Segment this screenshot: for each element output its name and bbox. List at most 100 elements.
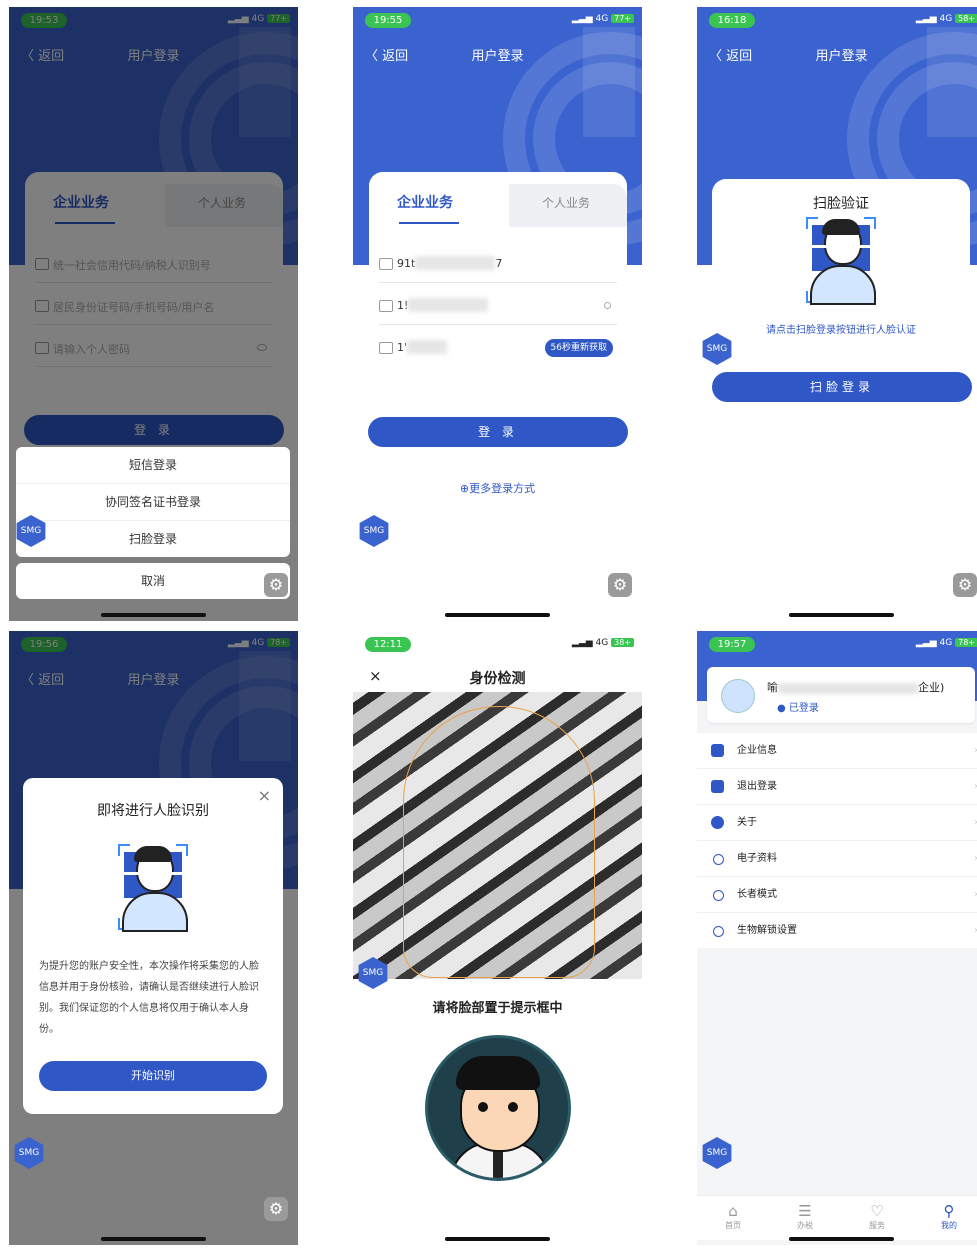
face-outline-guide [403,706,595,978]
tab-home[interactable]: ⌂ 首页 [703,1202,763,1231]
face-avatar-icon [806,217,876,305]
camera-preview [353,692,642,979]
face-position-prompt: 请将脸部置于提示框中 [432,1001,563,1016]
menu-item-e-documents[interactable]: 电子资料› [697,841,977,877]
sms-login-option[interactable]: 短信登录 [16,447,290,484]
menu-item-biometric-unlock[interactable]: 生物解锁设置› [697,913,977,948]
battery-icon: 38+ [611,638,634,647]
resend-sms-button[interactable]: 56秒重新获取 [544,339,613,357]
company-name-suffix: 企业) [918,681,945,694]
username-input[interactable]: 1! [379,284,617,325]
tab-tax[interactable]: ☰ 办税 [775,1202,835,1231]
cancel-button[interactable]: 取消 [16,563,290,599]
clear-icon[interactable] [604,302,611,309]
page-title: 用户登录 [471,49,524,64]
tab-personal-label: 个人业务 [542,196,591,210]
screen-login-sheet: 19:53 ▂▃▅ 4G 77+ 〈 返回 用户登录 个人业务 企业业务 统一社… [9,7,298,621]
profile-menu: 企业信息› 退出登录› 关于› 电子资料› 长者模式› 生物解锁设置› [697,733,977,948]
battery-icon: 78+ [955,638,977,647]
accessibility-gear-icon[interactable]: ⚙ [608,573,632,597]
tab-personal[interactable]: 个人业务 [509,184,627,227]
business-tabs: 个人业务 企业业务 [369,172,627,227]
screen-face-scan: 16:18 ▂▃▅ 4G 58+ 〈 返回 用户登录 扫脸验证 请点击扫脸登录按… [697,7,977,621]
building-icon [711,744,724,757]
screen-face-consent: 19:56 ▂▃▅ 4G 78+ 〈 返回 用户登录 × 即将进行人脸识别 为提… [9,631,298,1245]
menu-label: 关于 [737,817,757,828]
circle-icon [713,890,724,901]
bottom-tab-bar: ⌂ 首页 ☰ 办税 ♡ 服务 ⚲ 我的 [697,1195,977,1240]
login-card: 个人业务 企业业务 91t 7 1! 1' 56秒重新获取 [369,172,627,398]
menu-item-about[interactable]: 关于› [697,805,977,841]
start-recognition-button[interactable]: 开始识别 [39,1061,267,1091]
tab-enterprise-label: 企业业务 [397,195,453,211]
login-method-sheet: 短信登录 协同签名证书登录 扫脸登录 [16,447,290,557]
avatar-hair [134,846,172,862]
network-label: 4G [939,638,953,648]
signal-icon: ▂▃▅ [915,638,940,648]
scan-corner [864,217,876,229]
shield-icon [379,342,393,354]
more-login-methods-link[interactable]: ⊕更多登录方式 [353,480,642,496]
face-avatar-icon [118,844,188,932]
smg-logo-icon[interactable]: SMG [359,515,389,547]
tab-mine[interactable]: ⚲ 我的 [919,1202,977,1231]
home-indicator [101,613,206,617]
face-eye [478,1102,488,1112]
cancel-sheet: 取消 [16,563,290,599]
face-login-button[interactable]: 扫脸登录 [712,372,972,402]
credit-code-tail: 7 [495,257,503,270]
exit-icon [711,780,724,793]
menu-item-enterprise-info[interactable]: 企业信息› [697,733,977,769]
face-consent-dialog: × 即将进行人脸识别 为提升您的账户安全性，本次操作将采集您的人脸信息并用于身份… [23,778,283,1114]
login-button[interactable]: 登 录 [368,417,628,447]
page-title: 用户登录 [815,49,868,64]
accessibility-gear-icon[interactable]: ⚙ [953,573,977,597]
login-status-badge: ● 已登录 [777,699,819,714]
accessibility-gear-icon[interactable]: ⚙ [264,1197,288,1221]
status-time: 12:11 [365,637,411,652]
battery-icon: 58+ [955,14,977,23]
signal-icon: ▂▃▅ [571,638,596,648]
battery-icon: 77+ [611,14,634,23]
status-signal: ▂▃▅ 4G 77+ [572,14,634,24]
menu-label: 企业信息 [737,745,777,756]
status-signal: ▂▃▅ 4G 38+ [572,638,634,648]
cartoon-face-icon [425,1035,571,1181]
credit-code-input[interactable]: 91t 7 [379,242,617,283]
page-title: 身份检测 [469,671,526,687]
user-info-card[interactable]: 喻 企业) ● 已登录 [707,667,975,723]
accessibility-gear-icon[interactable]: ⚙ [264,573,288,597]
cosign-cert-login-option[interactable]: 协同签名证书登录 [16,484,290,521]
home-icon: ⌂ [728,1202,738,1220]
network-label: 4G [939,14,953,24]
info-icon [711,816,724,829]
tab-enterprise[interactable]: 企业业务 [369,172,509,227]
sms-code-value: 1' [397,341,408,354]
avatar [721,679,755,713]
scan-corner [806,217,818,229]
redacted-text [778,682,918,694]
scan-corner [118,844,130,856]
redacted-text [408,298,489,312]
login-status-label: 已登录 [788,703,819,714]
status-time: 16:18 [709,13,755,28]
tab-label: 办税 [797,1221,813,1230]
circle-icon [713,926,724,937]
status-time: 19:57 [709,637,755,652]
circle-icon [713,854,724,865]
menu-item-logout[interactable]: 退出登录› [697,769,977,805]
menu-label: 长者模式 [737,889,777,900]
home-indicator [445,613,550,617]
redacted-text [415,256,496,270]
sms-code-input[interactable]: 1' 56秒重新获取 [379,326,617,366]
status-signal: ▂▃▅ 4G 78+ [916,638,977,648]
face-login-option[interactable]: 扫脸登录 [16,521,290,557]
dialog-title: 即将进行人脸识别 [97,803,209,819]
home-indicator [101,1237,206,1241]
username-value: 1! [397,299,409,312]
scan-line [806,245,876,248]
menu-item-elder-mode[interactable]: 长者模式› [697,877,977,913]
face-verify-title: 扫脸验证 [813,196,869,212]
tab-service[interactable]: ♡ 服务 [847,1202,907,1231]
signal-icon: ▂▃▅ [571,14,596,24]
